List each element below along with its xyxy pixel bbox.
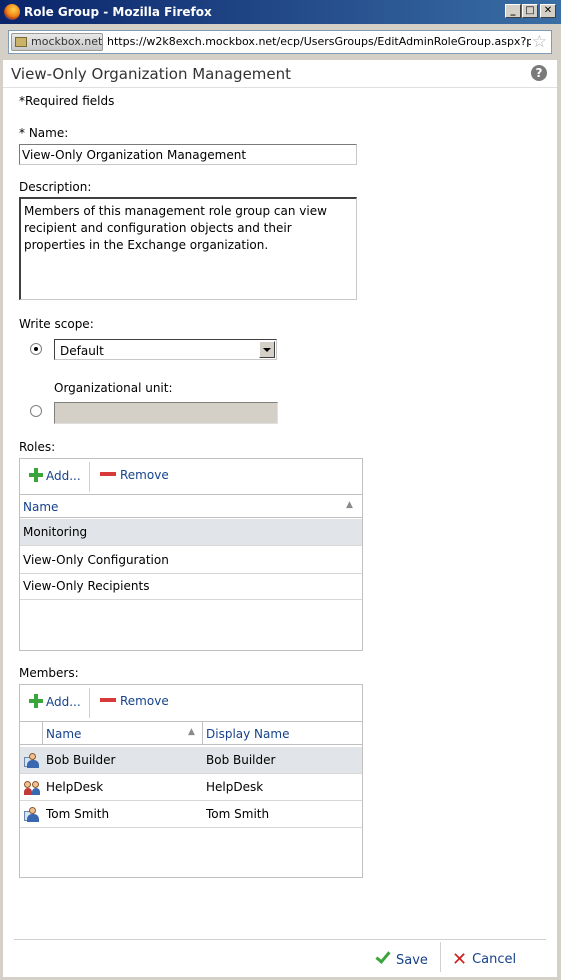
member-display-name: HelpDesk [206,780,264,794]
write-scope-selected: Default [60,344,104,358]
organizational-unit-radio[interactable] [30,405,42,417]
help-icon[interactable]: ? [531,65,547,81]
site-identity-icon [15,37,27,47]
table-row[interactable]: Tom Smith Tom Smith [20,801,362,828]
roles-label: Roles: [19,440,56,454]
roles-remove-label: Remove [120,468,169,482]
members-grid-header: Name ▲ Display Name [20,721,362,745]
roles-panel: Add... Remove Name ▲ Monitoring View-Onl… [19,458,363,651]
title-divider [3,87,557,88]
window-titlebar: Role Group - Mozilla Firefox _ □ ✕ [0,0,561,24]
organizational-unit-label: Organizational unit: [54,381,173,395]
column-divider [202,722,203,744]
member-name: Bob Builder [46,753,116,767]
role-name: View-Only Configuration [23,553,169,567]
members-toolbar: Add... Remove [20,685,362,720]
write-scope-select[interactable]: Default [54,339,277,360]
roles-grid-header: Name ▲ [20,494,362,518]
members-column-display-name[interactable]: Display Name [206,727,289,741]
column-divider [42,722,43,744]
roles-add-button[interactable]: Add... [29,468,81,483]
save-label: Save [396,953,428,968]
write-scope-default-radio[interactable] [30,343,42,355]
url-text[interactable]: https://w2k8exch.mockbox.net/ecp/UsersGr… [107,35,531,51]
cancel-label: Cancel [472,952,517,967]
dialog-content: View-Only Organization Management ? *Req… [3,60,557,977]
close-window-button[interactable]: ✕ [540,4,556,18]
roles-add-label: Add... [46,469,81,483]
remove-icon [100,698,116,702]
table-row[interactable]: Monitoring [20,519,362,546]
minimize-button[interactable]: _ [505,4,521,18]
add-icon [29,694,43,708]
maximize-button[interactable]: □ [522,4,538,18]
footer-button-divider [440,942,441,972]
remove-icon [100,472,116,476]
save-button[interactable]: Save [375,948,428,968]
site-identity-label: mockbox.net [31,35,103,48]
sort-arrow-icon: ▲ [346,500,353,510]
toolbar-divider [89,688,90,718]
member-display-name: Tom Smith [206,807,270,821]
name-label: * Name: [19,126,69,140]
member-display-name: Bob Builder [206,753,276,767]
write-scope-label: Write scope: [19,317,94,331]
table-row[interactable]: View-Only Configuration [20,547,362,574]
checkmark-icon [375,948,391,964]
roles-toolbar: Add... Remove [20,459,362,494]
member-name: HelpDesk [46,780,104,794]
member-name: Tom Smith [46,807,110,821]
window-title: Role Group - Mozilla Firefox [24,5,212,19]
role-name: View-Only Recipients [23,579,150,593]
table-row[interactable]: Bob Builder Bob Builder [20,747,362,774]
members-panel: Add... Remove Name ▲ Display Name Bob Bu… [19,684,363,878]
members-add-label: Add... [46,695,81,709]
footer-divider [14,939,546,940]
site-identity-badge[interactable]: mockbox.net [11,33,103,51]
user-icon [24,807,40,823]
address-bar-area: mockbox.net https://w2k8exch.mockbox.net… [0,24,561,60]
description-label: Description: [19,180,92,194]
members-column-name[interactable]: Name [46,727,81,741]
required-fields-note: *Required fields [19,94,115,108]
url-field[interactable]: mockbox.net https://w2k8exch.mockbox.net… [8,30,552,54]
firefox-icon [4,4,20,20]
table-row[interactable]: HelpDesk HelpDesk [20,774,362,801]
roles-remove-button[interactable]: Remove [100,468,169,482]
roles-column-name[interactable]: Name [23,500,58,514]
sort-arrow-icon: ▲ [188,727,195,737]
toolbar-divider [89,462,90,492]
members-remove-label: Remove [120,694,169,708]
members-label: Members: [19,666,79,680]
members-remove-button[interactable]: Remove [100,694,169,708]
name-input[interactable]: View-Only Organization Management [19,144,357,165]
description-textarea[interactable]: Members of this management role group ca… [19,197,357,300]
organizational-unit-input [54,402,278,424]
table-row[interactable]: View-Only Recipients [20,573,362,600]
bookmark-star-icon[interactable]: ☆ [532,32,547,52]
role-name: Monitoring [23,525,88,539]
group-icon [24,780,40,796]
cancel-button[interactable]: ✕ Cancel [452,949,516,970]
user-icon [24,753,40,769]
chevron-down-icon[interactable] [259,341,275,358]
page-title: View-Only Organization Management [11,65,292,83]
close-icon: ✕ [452,949,468,970]
add-icon [29,468,43,482]
members-add-button[interactable]: Add... [29,694,81,709]
